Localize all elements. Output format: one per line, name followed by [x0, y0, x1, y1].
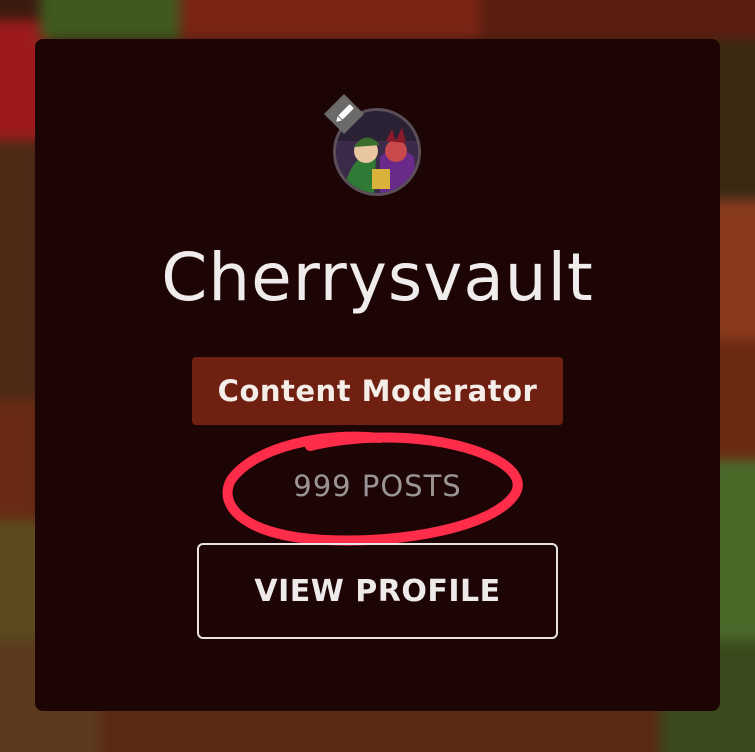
view-profile-button[interactable]: VIEW PROFILE	[197, 543, 558, 639]
pencil-icon	[324, 94, 364, 134]
edit-avatar-button[interactable]	[322, 92, 366, 136]
username: Cherrysvault	[161, 239, 594, 316]
role-badge: Content Moderator	[192, 357, 563, 425]
profile-popup-scene: Cherrysvault Content Moderator 999 POSTS…	[0, 0, 755, 752]
post-count: 999 POSTS	[293, 469, 462, 503]
